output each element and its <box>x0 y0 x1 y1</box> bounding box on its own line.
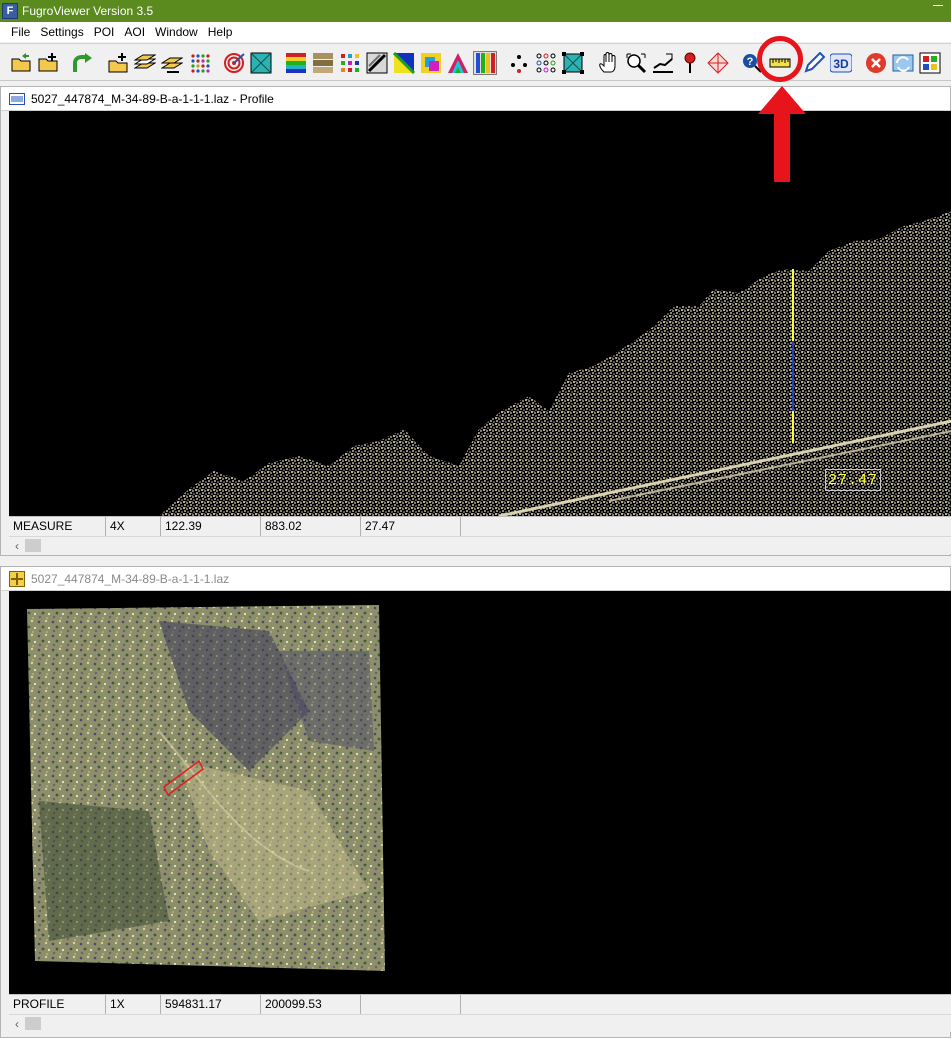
slope-icon[interactable] <box>365 51 389 75</box>
menu-file[interactable]: File <box>6 22 35 42</box>
point-matrix-icon[interactable] <box>534 51 558 75</box>
3d-view-label: 3D <box>833 57 849 71</box>
highlight-arrow-icon <box>758 86 806 182</box>
target-icon[interactable] <box>222 51 246 75</box>
scroll-left-icon[interactable]: ‹ <box>9 1016 25 1032</box>
add-layer-icon[interactable] <box>106 51 130 75</box>
pencil-icon[interactable] <box>802 51 826 75</box>
rgb-points-icon[interactable] <box>338 51 362 75</box>
bar-color-icon[interactable] <box>473 51 497 75</box>
status-zoom: 1X <box>106 995 161 1014</box>
plan-window-title: 5027_447874_M-34-89-B-a-1-1-1.laz <box>31 571 230 586</box>
redo-arrow-icon[interactable] <box>70 51 94 75</box>
scroll-left-icon[interactable]: ‹ <box>9 538 25 554</box>
status-value: 27.47 <box>361 517 461 536</box>
layer-settings-icon[interactable] <box>160 51 184 75</box>
status-extra <box>461 517 951 536</box>
status-extra <box>461 995 951 1014</box>
refresh-icon[interactable] <box>891 51 915 75</box>
intensity-icon[interactable] <box>311 51 335 75</box>
menu-settings[interactable]: Settings <box>35 22 88 42</box>
classification-icon[interactable] <box>419 51 443 75</box>
menu-aoi[interactable]: AOI <box>119 22 150 42</box>
shaded-relief-icon[interactable] <box>392 51 416 75</box>
plan-horizontal-scrollbar[interactable]: ‹ <box>9 1014 951 1032</box>
point-grid-icon[interactable] <box>188 51 212 75</box>
target-cursor-icon[interactable] <box>706 51 730 75</box>
poi-pin-icon[interactable] <box>678 51 702 75</box>
profile-status-bar: MEASURE 4X 122.39 883.02 27.47 <box>9 516 951 536</box>
title-bar: F FugroViewer Version 3.5 <box>0 0 951 22</box>
fugroviewer-app: F FugroViewer Version 3.5 File Settings … <box>0 0 951 1038</box>
highlight-circle <box>757 36 803 82</box>
plan-status-bar: PROFILE 1X 594831.17 200099.53 <box>9 994 951 1014</box>
app-logo-icon: F <box>2 3 18 19</box>
profile-window-icon <box>9 92 25 105</box>
profile-window-title: 5027_447874_M-34-89-B-a-1-1-1.laz - Prof… <box>31 91 274 106</box>
app-title: FugroViewer Version 3.5 <box>22 4 154 18</box>
status-mode: MEASURE <box>9 517 106 536</box>
add-file-icon[interactable] <box>36 51 60 75</box>
tin-mesh-icon[interactable] <box>561 51 585 75</box>
menu-help[interactable]: Help <box>203 22 238 42</box>
scroll-thumb[interactable] <box>25 1017 41 1030</box>
zoom-icon[interactable] <box>624 51 648 75</box>
profile-horizontal-scrollbar[interactable]: ‹ <box>9 536 951 554</box>
plan-point-cloud <box>27 605 385 971</box>
plan-window[interactable]: 5027_447874_M-34-89-B-a-1-1-1.laz PROFIL… <box>0 566 951 1038</box>
contour-icon[interactable] <box>446 51 470 75</box>
points-dots-icon[interactable] <box>507 51 531 75</box>
status-x: 122.39 <box>161 517 261 536</box>
scroll-thumb[interactable] <box>25 539 41 552</box>
menu-bar: File Settings POI AOI Window Help <box>0 22 951 42</box>
plan-canvas[interactable] <box>9 591 951 994</box>
pan-hand-icon[interactable] <box>597 51 621 75</box>
plan-window-icon <box>9 570 25 587</box>
layers-icon[interactable] <box>133 51 157 75</box>
main-toolbar: ? 3D <box>0 43 951 81</box>
profile-tool-icon[interactable] <box>651 51 675 75</box>
status-y: 883.02 <box>261 517 361 536</box>
svg-text:?: ? <box>747 56 754 68</box>
plan-window-titlebar[interactable]: 5027_447874_M-34-89-B-a-1-1-1.laz <box>1 567 950 591</box>
status-value <box>361 995 461 1014</box>
status-x: 594831.17 <box>161 995 261 1014</box>
status-zoom: 4X <box>106 517 161 536</box>
elevation-color-icon[interactable] <box>284 51 308 75</box>
tin-icon[interactable] <box>249 51 273 75</box>
menu-poi[interactable]: POI <box>89 22 120 42</box>
grid-view-icon[interactable] <box>918 51 942 75</box>
window-controls <box>899 3 943 17</box>
status-mode: PROFILE <box>9 995 106 1014</box>
close-red-icon[interactable] <box>864 51 888 75</box>
measurement-value-label: 27.47 <box>825 469 881 491</box>
open-file-icon[interactable] <box>9 51 33 75</box>
3d-view-icon[interactable]: 3D <box>829 51 853 75</box>
minimize-icon[interactable] <box>933 5 943 15</box>
status-y: 200099.53 <box>261 995 361 1014</box>
menu-window[interactable]: Window <box>150 22 203 42</box>
